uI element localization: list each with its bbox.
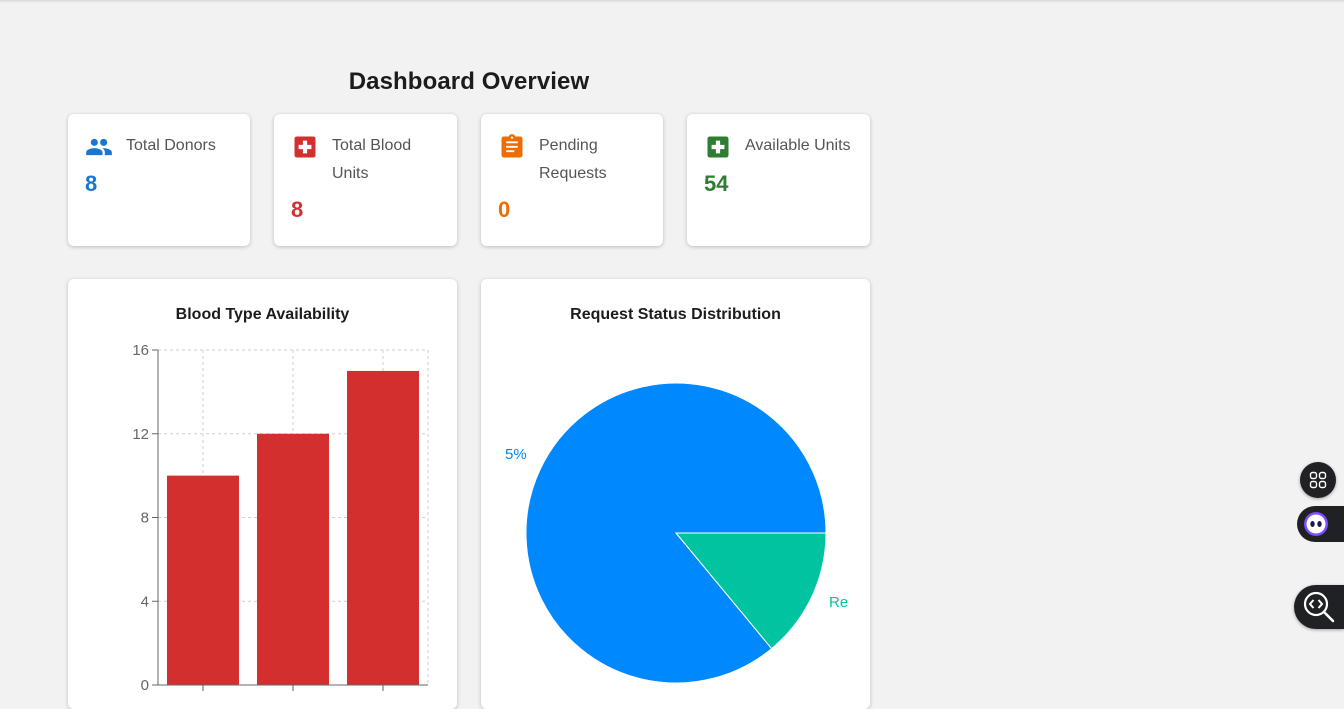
y-tick-label: 16 <box>132 342 149 359</box>
bar[interactable] <box>257 433 329 685</box>
stat-value: 8 <box>291 197 304 222</box>
apps-grid-button[interactable] <box>1300 462 1336 498</box>
stat-card-total-donors: Total Donors 8 <box>68 114 250 246</box>
pie-label: Re <box>829 594 848 611</box>
hospital-plus-icon <box>707 136 729 158</box>
assistant-bot-icon <box>1304 512 1328 536</box>
code-search-icon <box>1303 591 1335 623</box>
y-tick-label: 8 <box>141 510 149 527</box>
stat-label: Pending Requests <box>539 137 607 182</box>
bar[interactable] <box>167 475 239 685</box>
code-search-button[interactable] <box>1294 585 1344 629</box>
pie-label: 5% <box>505 446 527 463</box>
blood-type-chart-card: Blood Type Availability 0 4 8 12 16 <box>68 279 457 709</box>
top-shadow <box>0 0 1344 3</box>
y-tick-label: 4 <box>141 593 149 610</box>
stat-label: Total Blood Units <box>332 137 412 182</box>
pie-chart: 5% Re <box>505 382 848 684</box>
stat-value: 0 <box>498 197 511 222</box>
stat-label: Available Units <box>745 137 851 154</box>
clipboard-icon <box>501 134 523 158</box>
stat-value: 54 <box>704 171 729 196</box>
bar[interactable] <box>347 370 419 685</box>
stat-card-available-units: Available Units 54 <box>687 114 870 246</box>
stat-card-total-blood-units: Total Blood Units 8 <box>274 114 457 246</box>
y-tick-label: 12 <box>132 426 149 443</box>
request-status-chart-card: Request Status Distribution 5% Re <box>481 279 870 709</box>
medical-cross-icon <box>294 136 316 158</box>
stat-label: Total Donors <box>126 137 216 154</box>
page-title: Dashboard Overview <box>348 68 590 96</box>
bar-chart: 0 4 8 12 16 <box>132 342 429 694</box>
apps-grid-icon <box>1309 471 1327 489</box>
assistant-button[interactable] <box>1297 506 1344 542</box>
y-tick-label: 0 <box>141 677 149 694</box>
stat-value: 8 <box>85 171 98 196</box>
stat-card-pending-requests: Pending Requests 0 <box>481 114 663 246</box>
people-icon <box>86 138 112 156</box>
